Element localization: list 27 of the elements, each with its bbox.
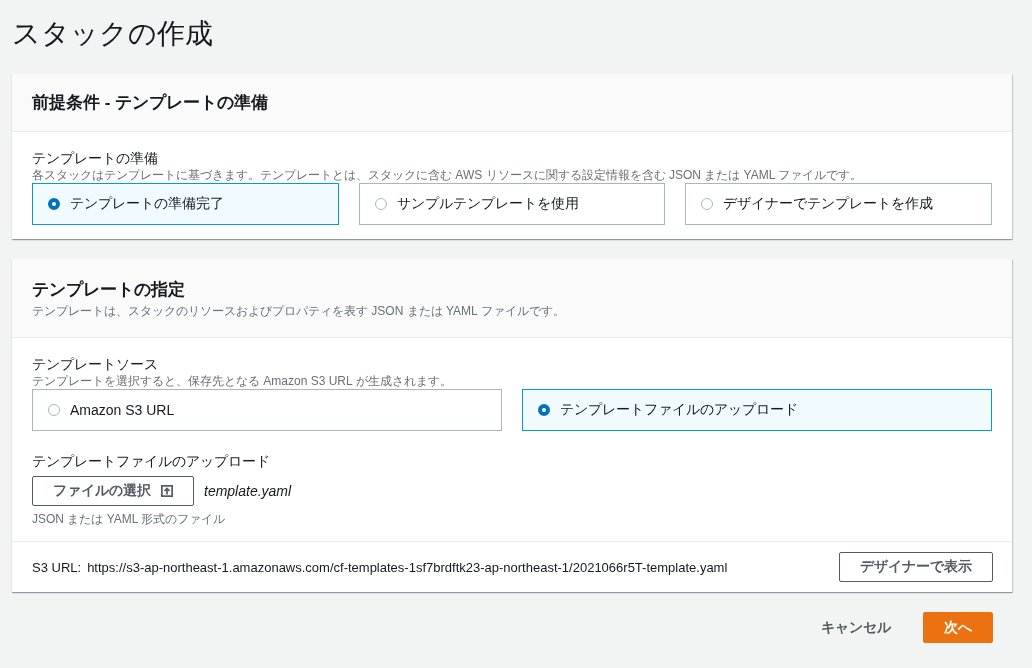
panel-description: テンプレートは、スタックのリソースおよびプロパティを表す JSON または YAML ファイルです。 [32,302,566,319]
field-description: 各スタックはテンプレートに基づきます。テンプレートとは、スタックに含む AWS リソースに関する設定情報を含む JSON または YAML ファイルです。 [32,167,864,183]
radio-tile[interactable]: テンプレートの準備完了 [32,183,339,225]
s3-url: https://s3-ap-northeast-1.amazonaws.com/cf-templates-1sf7brdftk23-ap-northeast-1/2021066r5T-template.yaml [87,559,729,575]
radio-icon [48,198,60,210]
choose-file-button[interactable]: ファイルの選択 [32,476,194,506]
radio-tile[interactable]: テンプレートファイルのアップロード [522,389,992,431]
s3-url-label: S3 URL: [32,559,82,575]
upload-hint: JSON または YAML 形式のファイル [32,511,227,527]
radio-tile[interactable]: Amazon S3 URL [32,389,502,431]
panel-title: 前提条件 - テンプレートの準備 [32,91,270,114]
field-label: テンプレートの準備 [32,150,159,167]
panel-title: テンプレートの指定 [32,278,186,301]
radio-tile[interactable]: デザイナーでテンプレートを作成 [685,183,992,225]
view-in-designer-button[interactable]: デザイナーで表示 [839,552,993,582]
radio-tile[interactable]: サンプルテンプレートを使用 [358,183,666,225]
radio-icon [538,404,550,416]
field-label: テンプレートソース [32,356,159,373]
page-title: スタックの作成 [12,17,214,51]
field-label: テンプレートファイルのアップロード [32,453,271,470]
radio-icon [374,198,387,210]
upload-icon [161,484,173,498]
file-name: template.yaml [204,483,292,499]
field-description: テンプレートを選択すると、保存先となる Amazon S3 URL が生成されます。 [32,373,453,389]
radio-icon [701,198,714,210]
cancel-button[interactable]: キャンセル [807,612,905,643]
radio-icon [48,404,60,416]
